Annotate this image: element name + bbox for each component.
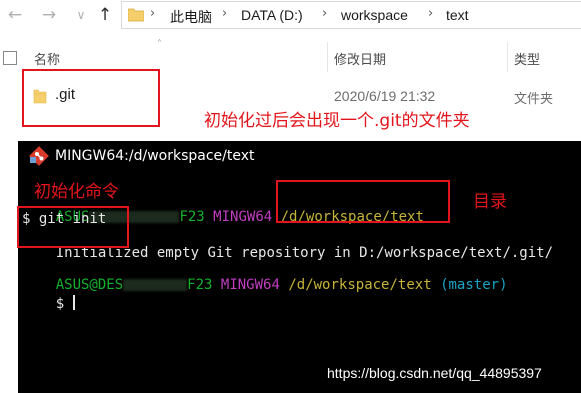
output-part2: empty Git repository in D:/workspace/tex…	[148, 245, 554, 261]
prompt-host-suffix: F23	[187, 277, 213, 293]
input-line[interactable]: $	[22, 279, 75, 328]
recent-locations-dropdown[interactable]: ∨	[70, 4, 92, 26]
column-header-type[interactable]: 类型	[514, 49, 540, 68]
file-type: 文件夹	[514, 92, 554, 107]
folder-icon	[128, 8, 144, 22]
init-command-highlight-box	[17, 206, 129, 248]
prompt-line: ASUS@DES F23 MINGW64 /d/workspace/text (m…	[22, 261, 508, 309]
prompt-symbol: $	[55, 296, 73, 312]
forward-button[interactable]: →	[38, 4, 60, 26]
column-header-name[interactable]: 名称	[34, 49, 60, 68]
column-divider[interactable]	[327, 42, 328, 72]
git-folder-highlight-box	[22, 69, 160, 127]
prompt-host-suffix: F23	[179, 209, 205, 225]
terminal-titlebar: MINGW64:/d/workspace/text	[18, 141, 581, 171]
breadcrumb-separator: ›	[322, 6, 328, 21]
terminal-title: MINGW64:/d/workspace/text	[55, 148, 255, 164]
up-button[interactable]: ↑	[94, 4, 116, 26]
prompt-shell: MINGW64	[213, 209, 273, 225]
init-command-annotation: 初始化命令	[34, 182, 119, 202]
column-header-date[interactable]: 修改日期	[334, 49, 386, 68]
back-button[interactable]: ←	[4, 4, 26, 26]
breadcrumb-text[interactable]: text	[446, 7, 469, 23]
column-header-row: ˄ 名称 修改日期 类型	[0, 39, 581, 72]
breadcrumb-separator: ›	[222, 6, 228, 21]
redacted-hostname	[123, 279, 188, 291]
breadcrumb-separator: ›	[150, 6, 156, 21]
text-cursor	[72, 295, 75, 310]
file-modified-date: 2020/6/19 21:32	[334, 88, 436, 104]
navigation-bar: ← → ∨ ↑ › 此电脑 › DATA (D:) › workspace › …	[0, 0, 581, 32]
git-folder-annotation: 初始化过后会出现一个.git的文件夹	[204, 111, 470, 131]
breadcrumb-this-pc[interactable]: 此电脑	[170, 7, 212, 27]
directory-highlight-box	[276, 180, 450, 223]
csdn-watermark: https://blog.csdn.net/qq_44895397	[327, 365, 542, 381]
select-all-checkbox[interactable]	[3, 51, 17, 65]
breadcrumb-separator: ›	[428, 6, 434, 21]
file-explorer-window: ← → ∨ ↑ › 此电脑 › DATA (D:) › workspace › …	[0, 0, 581, 140]
breadcrumb-data-drive[interactable]: DATA (D:)	[241, 7, 303, 23]
git-bash-icon	[29, 146, 49, 166]
column-divider[interactable]	[507, 42, 508, 72]
directory-annotation: 目录	[473, 192, 507, 212]
prompt-path: /d/workspace/text	[288, 277, 432, 293]
prompt-branch: (master)	[440, 277, 508, 293]
prompt-shell: MINGW64	[220, 277, 280, 293]
breadcrumb-workspace[interactable]: workspace	[341, 7, 408, 23]
sort-ascending-icon: ˄	[157, 39, 162, 50]
address-bar[interactable]: › 此电脑 › DATA (D:) › workspace › text	[121, 1, 581, 29]
